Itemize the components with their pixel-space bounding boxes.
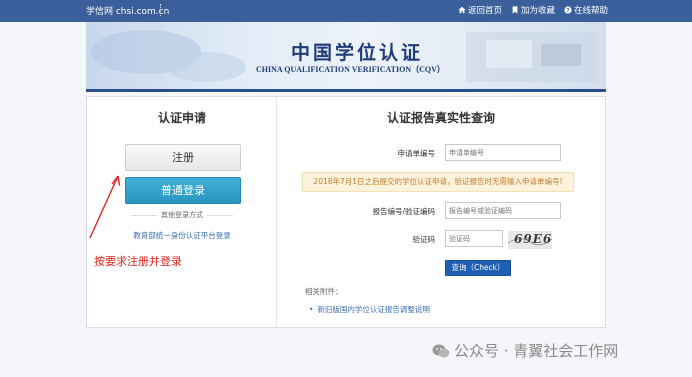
- watermark: 公众号 · 青翼社会工作网: [432, 340, 618, 361]
- watermark-text: 公众号 · 青翼社会工作网: [454, 342, 619, 360]
- annotation-arrow: [89, 175, 121, 239]
- wechat-icon: [432, 344, 450, 357]
- annotation-text: 按要求注册并登录: [94, 255, 182, 268]
